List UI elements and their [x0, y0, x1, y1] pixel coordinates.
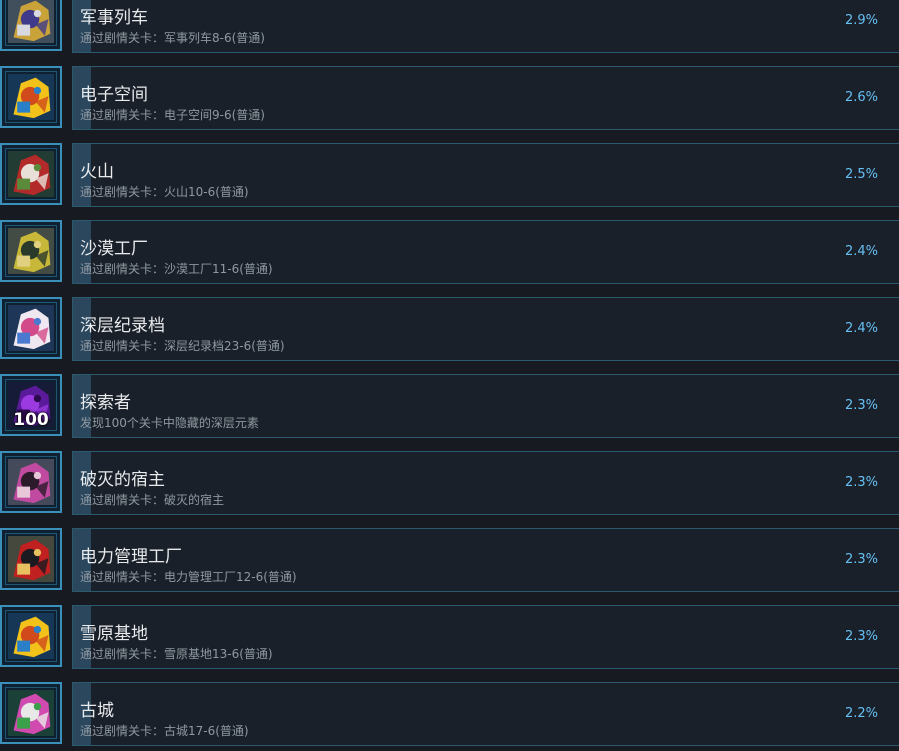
achievement-description: 通过剧情关卡：雪原基地13-6(普通) [80, 647, 273, 661]
achievement-badge [0, 66, 62, 128]
desert-factory-robot-icon [8, 228, 54, 274]
achievement-card: 沙漠工厂 通过剧情关卡：沙漠工厂11-6(普通) 2.4% [72, 220, 899, 284]
achievement-title: 军事列车 [80, 8, 148, 28]
achievement-row[interactable]: 电子空间 通过剧情关卡：电子空间9-6(普通) 2.6% [0, 66, 899, 132]
deep-archive-girl-icon [8, 305, 54, 351]
unlock-percentage: 2.5% [844, 167, 878, 182]
achievement-badge [0, 0, 62, 51]
power-plant-robot-icon [8, 536, 54, 582]
unlock-percentage: 2.4% [844, 321, 878, 336]
achievement-card: 电力管理工厂 通过剧情关卡：电力管理工厂12-6(普通) 2.3% [72, 528, 899, 592]
achievement-card: 雪原基地 通过剧情关卡：雪原基地13-6(普通) 2.3% [72, 605, 899, 669]
ancient-city-robot-icon [8, 690, 54, 736]
achievement-badge: 100 [0, 374, 62, 436]
unlock-percentage: 2.3% [844, 552, 878, 567]
unlock-percentage: 2.3% [844, 398, 878, 413]
achievement-title: 探索者 [80, 393, 131, 413]
achievement-row[interactable]: 古城 通过剧情关卡：古城17-6(普通) 2.2% [0, 682, 899, 748]
achievement-title: 电力管理工厂 [80, 547, 182, 567]
achievement-title: 雪原基地 [80, 624, 148, 644]
achievement-card: 电子空间 通过剧情关卡：电子空间9-6(普通) 2.6% [72, 66, 899, 130]
military-train-robot-icon [8, 0, 54, 43]
achievement-description: 通过剧情关卡：深层纪录档23-6(普通) [80, 339, 285, 353]
achievement-badge [0, 220, 62, 282]
achievement-description: 通过剧情关卡：电子空间9-6(普通) [80, 108, 265, 122]
achievement-row[interactable]: 电力管理工厂 通过剧情关卡：电力管理工厂12-6(普通) 2.3% [0, 528, 899, 594]
cyberspace-robot-icon [8, 74, 54, 120]
unlock-percentage: 2.9% [844, 13, 878, 28]
achievement-card: 探索者 发现100个关卡中隐藏的深层元素 2.3% [72, 374, 899, 438]
achievement-description: 发现100个关卡中隐藏的深层元素 [80, 416, 259, 430]
achievement-badge [0, 297, 62, 359]
achievement-row[interactable]: 火山 通过剧情关卡：火山10-6(普通) 2.5% [0, 143, 899, 209]
achievement-badge [0, 605, 62, 667]
achievement-list: 军事列车 通过剧情关卡：军事列车8-6(普通) 2.9% 电子空间 通过剧情关卡… [0, 0, 899, 751]
achievement-card: 军事列车 通过剧情关卡：军事列车8-6(普通) 2.9% [72, 0, 899, 53]
achievement-row[interactable]: 100 探索者 发现100个关卡中隐藏的深层元素 2.3% [0, 374, 899, 440]
achievement-row[interactable]: 沙漠工厂 通过剧情关卡：沙漠工厂11-6(普通) 2.4% [0, 220, 899, 286]
achievement-badge [0, 143, 62, 205]
achievement-description: 通过剧情关卡：军事列车8-6(普通) [80, 31, 265, 45]
achievement-description: 通过剧情关卡：破灭的宿主 [80, 493, 225, 507]
achievement-badge [0, 682, 62, 744]
achievement-card: 古城 通过剧情关卡：古城17-6(普通) 2.2% [72, 682, 899, 746]
achievement-row[interactable]: 军事列车 通过剧情关卡：军事列车8-6(普通) 2.9% [0, 0, 899, 55]
unlock-percentage: 2.2% [844, 706, 878, 721]
achievement-badge [0, 451, 62, 513]
achievement-title: 火山 [80, 162, 114, 182]
achievement-title: 沙漠工厂 [80, 239, 148, 259]
volcano-robot-icon [8, 151, 54, 197]
achievement-description: 通过剧情关卡：电力管理工厂12-6(普通) [80, 570, 297, 584]
badge-count: 100 [13, 410, 49, 430]
achievement-row[interactable]: 破灭的宿主 通过剧情关卡：破灭的宿主 2.3% [0, 451, 899, 517]
achievement-card: 火山 通过剧情关卡：火山10-6(普通) 2.5% [72, 143, 899, 207]
achievement-card: 深层纪录档 通过剧情关卡：深层纪录档23-6(普通) 2.4% [72, 297, 899, 361]
unlock-percentage: 2.3% [844, 475, 878, 490]
achievement-card: 破灭的宿主 通过剧情关卡：破灭的宿主 2.3% [72, 451, 899, 515]
achievement-description: 通过剧情关卡：古城17-6(普通) [80, 724, 249, 738]
achievement-title: 古城 [80, 701, 114, 721]
snowfield-base-robot-icon [8, 613, 54, 659]
unlock-percentage: 2.6% [844, 90, 878, 105]
achievement-description: 通过剧情关卡：火山10-6(普通) [80, 185, 249, 199]
achievement-row[interactable]: 深层纪录档 通过剧情关卡：深层纪录档23-6(普通) 2.4% [0, 297, 899, 363]
achievement-row[interactable]: 雪原基地 通过剧情关卡：雪原基地13-6(普通) 2.3% [0, 605, 899, 671]
achievement-badge [0, 528, 62, 590]
unlock-percentage: 2.4% [844, 244, 878, 259]
unlock-percentage: 2.3% [844, 629, 878, 644]
achievement-title: 电子空间 [80, 85, 148, 105]
achievement-description: 通过剧情关卡：沙漠工厂11-6(普通) [80, 262, 273, 276]
achievement-title: 深层纪录档 [80, 316, 165, 336]
ruined-host-girl-icon [8, 459, 54, 505]
achievement-title: 破灭的宿主 [80, 470, 165, 490]
